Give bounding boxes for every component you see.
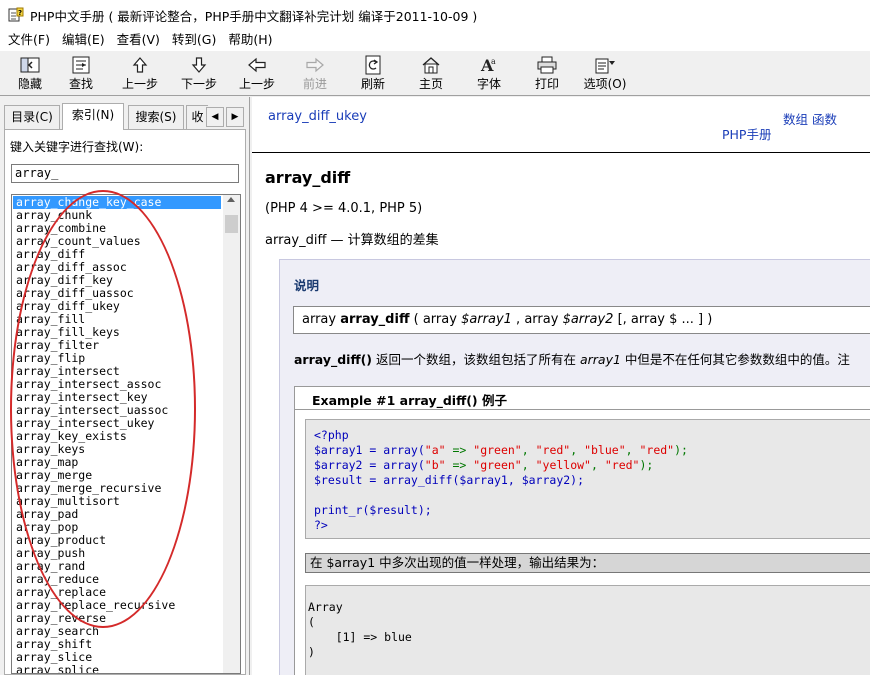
param2-name: $array2 — [562, 312, 614, 327]
refresh-button[interactable]: 刷新 — [344, 51, 402, 95]
method-signature: array array_diff ( array $array1 , array… — [293, 306, 870, 334]
menu-edit[interactable]: 编辑(E) — [56, 30, 111, 50]
description-section: 说明 array array_diff ( array $array1 , ar… — [279, 259, 870, 675]
menu-help[interactable]: 帮助(H) — [222, 30, 278, 50]
example-title: Example #1 array_diff() 例子 — [312, 393, 507, 408]
output-line: [1] => blue — [308, 630, 412, 644]
tab-search[interactable]: 搜索(S) — [128, 105, 184, 129]
manual-home-link[interactable]: PHP手册 — [722, 124, 771, 143]
menu-view[interactable]: 查看(V) — [111, 30, 166, 50]
desc-text-part1: 返回一个数组，该数组包括了所有在 — [375, 352, 576, 367]
code-block: <?php $array1 = array("a" => "green", "r… — [305, 419, 870, 539]
printer-icon — [536, 55, 558, 75]
svg-text:?: ? — [18, 9, 22, 17]
forward-arrow-icon — [304, 55, 326, 75]
back-button[interactable]: 上一步 — [228, 51, 286, 95]
tab-favorites[interactable]: 收 — [186, 105, 208, 129]
tab-index[interactable]: 索引(N) — [62, 103, 124, 130]
version-info: (PHP 4 >= 4.0.1, PHP 5) — [265, 201, 423, 216]
page-title: array_diff — [265, 168, 351, 187]
help-file-icon: ? — [8, 7, 24, 23]
index-listbox[interactable]: array_change_key_case array_chunk array_co… — [11, 194, 241, 674]
triangle-right-icon: ▶ — [231, 112, 239, 122]
breadcrumb: 数组 函数 — [783, 109, 841, 128]
code-line: $result = array_diff($array1, $array2); — [314, 473, 585, 487]
keyword-input[interactable]: array_ — [11, 164, 239, 183]
svg-text:a: a — [491, 57, 496, 66]
topic-navigation: array_diff_ukey 数组 函数 PHP手册 — [252, 97, 870, 153]
scroll-up-icon[interactable] — [227, 197, 235, 202]
options-icon — [594, 55, 616, 75]
locate-button[interactable]: 查找 — [52, 51, 110, 95]
menu-file[interactable]: 文件(F) — [2, 30, 56, 50]
locate-icon — [70, 55, 92, 75]
prev-function-link[interactable]: array_diff_ukey — [268, 109, 367, 124]
back-arrow-icon — [246, 55, 268, 75]
toolbar: 隐藏 查找 上一步 下一步 上一步 前进 刷新 主页 A a 字体 打印 选项(… — [0, 50, 870, 96]
refresh-icon — [362, 55, 384, 75]
desc-param: array1 — [579, 352, 621, 367]
output-line: ) — [308, 645, 315, 659]
home-button[interactable]: 主页 — [402, 51, 460, 95]
function-name: array_diff — [340, 312, 410, 327]
example-divider — [295, 409, 870, 410]
index-panel: 键入关键字进行查找(W): array_ array_change_key_ca… — [4, 129, 246, 675]
code-line: print_r($result); — [314, 503, 432, 517]
output-line: ( — [308, 615, 315, 629]
window-title: PHP中文手册 ( 最新评论整合，PHP手册中文翻译补完计划 编译于2011-1… — [30, 8, 478, 24]
param2-type: array — [524, 312, 559, 327]
hide-button[interactable]: 隐藏 — [8, 51, 52, 95]
hide-icon — [19, 55, 41, 75]
print-button[interactable]: 打印 — [518, 51, 576, 95]
index-list: array_change_key_case array_chunk array_co… — [13, 196, 221, 674]
code-line: $array2 = array("b" => "green", "yellow"… — [314, 458, 654, 472]
prev-topic-button[interactable]: 上一步 — [110, 51, 170, 95]
up-arrow-icon — [129, 55, 151, 75]
desc-function-name: array_diff() — [294, 352, 372, 367]
down-arrow-icon — [188, 55, 210, 75]
sig-rest: [, array $ ... ] ) — [617, 312, 713, 327]
font-button[interactable]: Aa 字体 — [460, 51, 518, 95]
param1-name: $array1 — [461, 312, 512, 327]
breadcrumb-functions-link[interactable]: 函数 — [812, 112, 837, 127]
output-line: Array — [308, 600, 343, 614]
navigation-pane: 目录(C) 索引(N) 搜索(S) 收 ◀ ▶ 键入关键字进行查找(W): ar… — [0, 97, 250, 675]
forward-button[interactable]: 前进 — [286, 51, 344, 95]
output-block: Array ( [1] => blue ) — [305, 585, 870, 675]
example-note: 在 $array1 中多次出现的值一样处理，输出结果为： — [305, 553, 870, 573]
sig-open-paren: ( — [413, 312, 419, 327]
options-button[interactable]: 选项(O) — [576, 51, 634, 95]
content-pane: array_diff_ukey 数组 函数 PHP手册 array_diff (P… — [252, 97, 870, 675]
tab-scroll-left-button[interactable]: ◀ — [206, 107, 224, 127]
triangle-left-icon: ◀ — [211, 112, 219, 122]
menu-goto[interactable]: 转到(G) — [166, 30, 222, 50]
desc-text-part2: 中但是不在任何其它参数数组中的值。注 — [624, 352, 850, 367]
home-icon — [420, 55, 442, 75]
nav-tabs: 目录(C) 索引(N) 搜索(S) 收 ◀ ▶ — [4, 103, 248, 130]
listbox-scrollbar[interactable] — [223, 195, 240, 673]
code-line: ?> — [314, 518, 328, 532]
code-line: $array1 = array("a" => "green", "red", "… — [314, 443, 688, 457]
next-topic-button[interactable]: 下一步 — [170, 51, 228, 95]
function-purpose: array_diff — 计算数组的差集 — [265, 233, 439, 248]
scroll-thumb[interactable] — [225, 215, 238, 233]
tab-contents[interactable]: 目录(C) — [4, 105, 60, 129]
index-list-item[interactable]: array_splice — [13, 664, 221, 674]
tab-scroll-right-button[interactable]: ▶ — [226, 107, 244, 127]
param1-type: array — [422, 312, 457, 327]
code-line: <?php — [314, 428, 349, 442]
font-icon: Aa — [478, 55, 500, 75]
menu-bar: 文件(F) 编辑(E) 查看(V) 转到(G) 帮助(H) — [0, 30, 870, 50]
description-heading: 说明 — [294, 278, 320, 293]
title-bar: ? PHP中文手册 ( 最新评论整合，PHP手册中文翻译补完计划 编译于2011… — [0, 0, 870, 30]
breadcrumb-arrays-link[interactable]: 数组 — [783, 112, 808, 127]
example-section: Example #1 array_diff() 例子 <?php $array1… — [294, 386, 870, 675]
return-type: array — [302, 312, 337, 327]
keyword-label: 键入关键字进行查找(W): — [10, 140, 144, 154]
description-text: array_diff() 返回一个数组，该数组包括了所有在 array1 中但是… — [294, 349, 850, 368]
